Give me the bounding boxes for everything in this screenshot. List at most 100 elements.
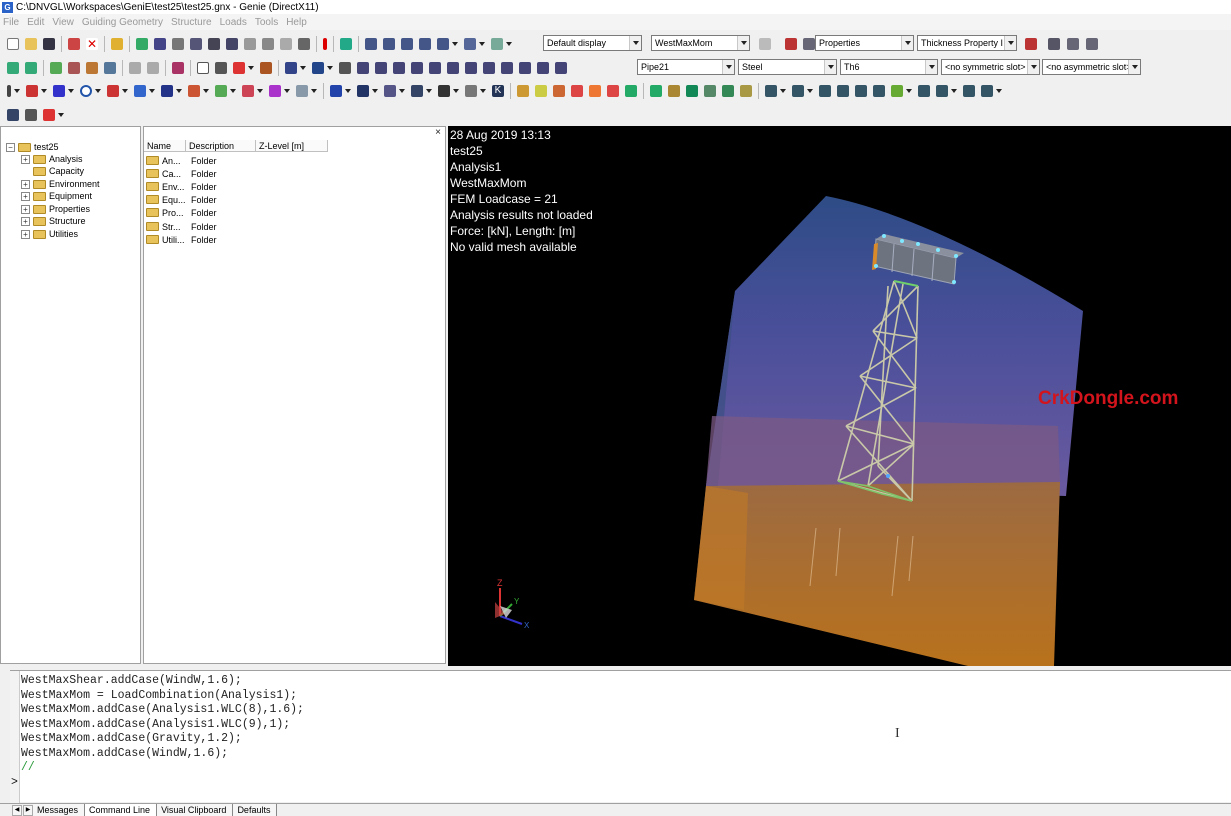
list-item[interactable]: Pro... Folder <box>146 206 217 219</box>
properties-paint-icon[interactable] <box>785 38 797 50</box>
pointer-icon[interactable] <box>197 61 209 74</box>
tab-scroll-left-icon[interactable]: ◀ <box>12 804 22 816</box>
filter-mass-icon[interactable] <box>465 61 477 74</box>
circle-dropdown-icon[interactable] <box>95 88 101 93</box>
rotate-icon[interactable] <box>154 37 166 50</box>
brush-dropdown-icon[interactable] <box>506 41 512 46</box>
deform-dropdown-icon[interactable] <box>807 88 813 93</box>
pointer-filter-icon[interactable] <box>339 61 351 74</box>
force-icon[interactable] <box>855 84 867 97</box>
column-header-z-level[interactable]: Z-Level [m] <box>256 140 328 152</box>
polyline-dropdown-icon[interactable] <box>68 88 74 93</box>
fatigue-icon[interactable] <box>963 84 975 97</box>
circle-icon[interactable] <box>80 84 92 97</box>
view-back-icon[interactable] <box>262 37 274 50</box>
tab-scroll-right-icon[interactable]: ▶ <box>23 804 33 816</box>
apply-property-icon[interactable] <box>1025 38 1037 50</box>
pan-hand-icon[interactable] <box>172 37 184 50</box>
paint-icon[interactable] <box>340 37 352 50</box>
chevron-down-icon[interactable] <box>1004 36 1016 50</box>
color-dropdown-icon[interactable] <box>58 112 64 117</box>
list-item[interactable]: Env... Folder <box>146 180 217 193</box>
list-item[interactable]: An... Folder <box>146 154 217 167</box>
tree-item-environment[interactable]: + Environment <box>21 178 100 190</box>
zoom-box-icon[interactable] <box>226 37 238 50</box>
tab-command-line[interactable]: Command Line <box>85 804 158 816</box>
view-dropdown-icon[interactable] <box>452 41 458 46</box>
expand-icon[interactable]: + <box>21 179 30 189</box>
results-dropdown-icon[interactable] <box>780 88 786 93</box>
intersect-icon[interactable] <box>269 84 281 97</box>
spline-icon[interactable] <box>134 84 146 97</box>
view-side-icon[interactable] <box>401 37 413 50</box>
filter-node-icon[interactable] <box>501 61 513 74</box>
beam-dropdown-icon[interactable] <box>300 65 306 70</box>
filter-surface-icon[interactable] <box>555 61 567 74</box>
thickness-property-select[interactable]: Thickness Property I <box>917 35 1017 51</box>
graphics-viewport[interactable]: Z X Y 28 Aug 2019 13:13 test25 Analysis1… <box>448 126 1231 666</box>
chevron-down-icon[interactable] <box>925 60 937 74</box>
view-front-icon[interactable] <box>383 37 395 50</box>
open-folder-icon[interactable] <box>25 37 37 50</box>
expand-icon[interactable]: + <box>21 154 30 164</box>
delete-icon[interactable]: ✕ <box>86 37 98 50</box>
bell-icon[interactable] <box>759 38 771 50</box>
view-top-icon[interactable] <box>419 37 431 50</box>
table-icon[interactable] <box>1048 38 1060 50</box>
chevron-down-icon[interactable] <box>737 36 749 50</box>
loadcase-select[interactable]: WestMaxMom <box>651 35 750 51</box>
chevron-down-icon[interactable] <box>901 36 913 50</box>
spline-dropdown-icon[interactable] <box>149 88 155 93</box>
connector-dropdown-icon[interactable] <box>426 88 432 93</box>
point-icon[interactable] <box>7 84 11 97</box>
column-header-name[interactable]: Name <box>144 140 186 152</box>
support-icon[interactable] <box>438 84 450 97</box>
beam-icon[interactable] <box>285 61 297 74</box>
branch-icon[interactable] <box>215 84 227 97</box>
edit-table-icon[interactable] <box>1067 38 1079 50</box>
grid-snap-icon[interactable] <box>7 61 19 74</box>
code-check-icon[interactable] <box>918 84 930 97</box>
zoom-icon[interactable] <box>190 37 202 50</box>
wave-dropdown-icon[interactable] <box>257 88 263 93</box>
filter-plate-icon[interactable] <box>411 61 423 74</box>
pointer-plus-icon[interactable] <box>215 61 227 74</box>
spring-icon[interactable] <box>465 84 477 97</box>
eye-icon[interactable] <box>104 61 116 74</box>
surface-dropdown-icon[interactable] <box>311 88 317 93</box>
stress-icon[interactable] <box>837 84 849 97</box>
properties-select[interactable]: Properties <box>815 35 914 51</box>
menu-view[interactable]: View <box>52 17 74 28</box>
menu-tools[interactable]: Tools <box>255 17 278 28</box>
view-forward-icon[interactable] <box>280 37 292 50</box>
pushover-icon[interactable] <box>981 84 993 97</box>
arc-icon[interactable] <box>188 84 200 97</box>
chevron-down-icon[interactable] <box>1128 60 1140 74</box>
check-icon[interactable] <box>891 84 903 97</box>
tools-icon[interactable] <box>25 108 37 121</box>
tree-item-equipment[interactable]: + Equipment <box>21 190 92 202</box>
deform-icon[interactable] <box>792 84 804 97</box>
check-dropdown-icon[interactable] <box>906 88 912 93</box>
grid-table-icon[interactable] <box>1086 38 1098 50</box>
filter-beam-icon[interactable] <box>393 61 405 74</box>
clipboard-icon[interactable] <box>172 61 184 74</box>
view-rotate-icon[interactable] <box>437 37 449 50</box>
list-item[interactable]: Utili... Folder <box>146 233 217 246</box>
close-icon[interactable]: × <box>435 127 441 138</box>
tree-item-properties[interactable]: + Properties <box>21 203 90 215</box>
tab-messages[interactable]: Messages <box>33 804 86 816</box>
warning-icon[interactable] <box>323 37 327 50</box>
branch-dropdown-icon[interactable] <box>230 88 236 93</box>
zoom-all-icon[interactable] <box>208 37 220 50</box>
beam-line-dropdown-icon[interactable] <box>345 88 351 93</box>
menu-file[interactable]: File <box>3 17 19 28</box>
beam-line-icon[interactable] <box>330 84 342 97</box>
display-config-select[interactable]: Default display <box>543 35 642 51</box>
load-temp-icon[interactable] <box>607 84 619 97</box>
pile-dropdown-icon[interactable] <box>399 88 405 93</box>
scale-icon[interactable] <box>68 61 80 74</box>
expand-icon[interactable]: + <box>21 229 30 239</box>
mesh-density-icon[interactable] <box>668 84 680 97</box>
window-icon[interactable] <box>7 108 19 121</box>
